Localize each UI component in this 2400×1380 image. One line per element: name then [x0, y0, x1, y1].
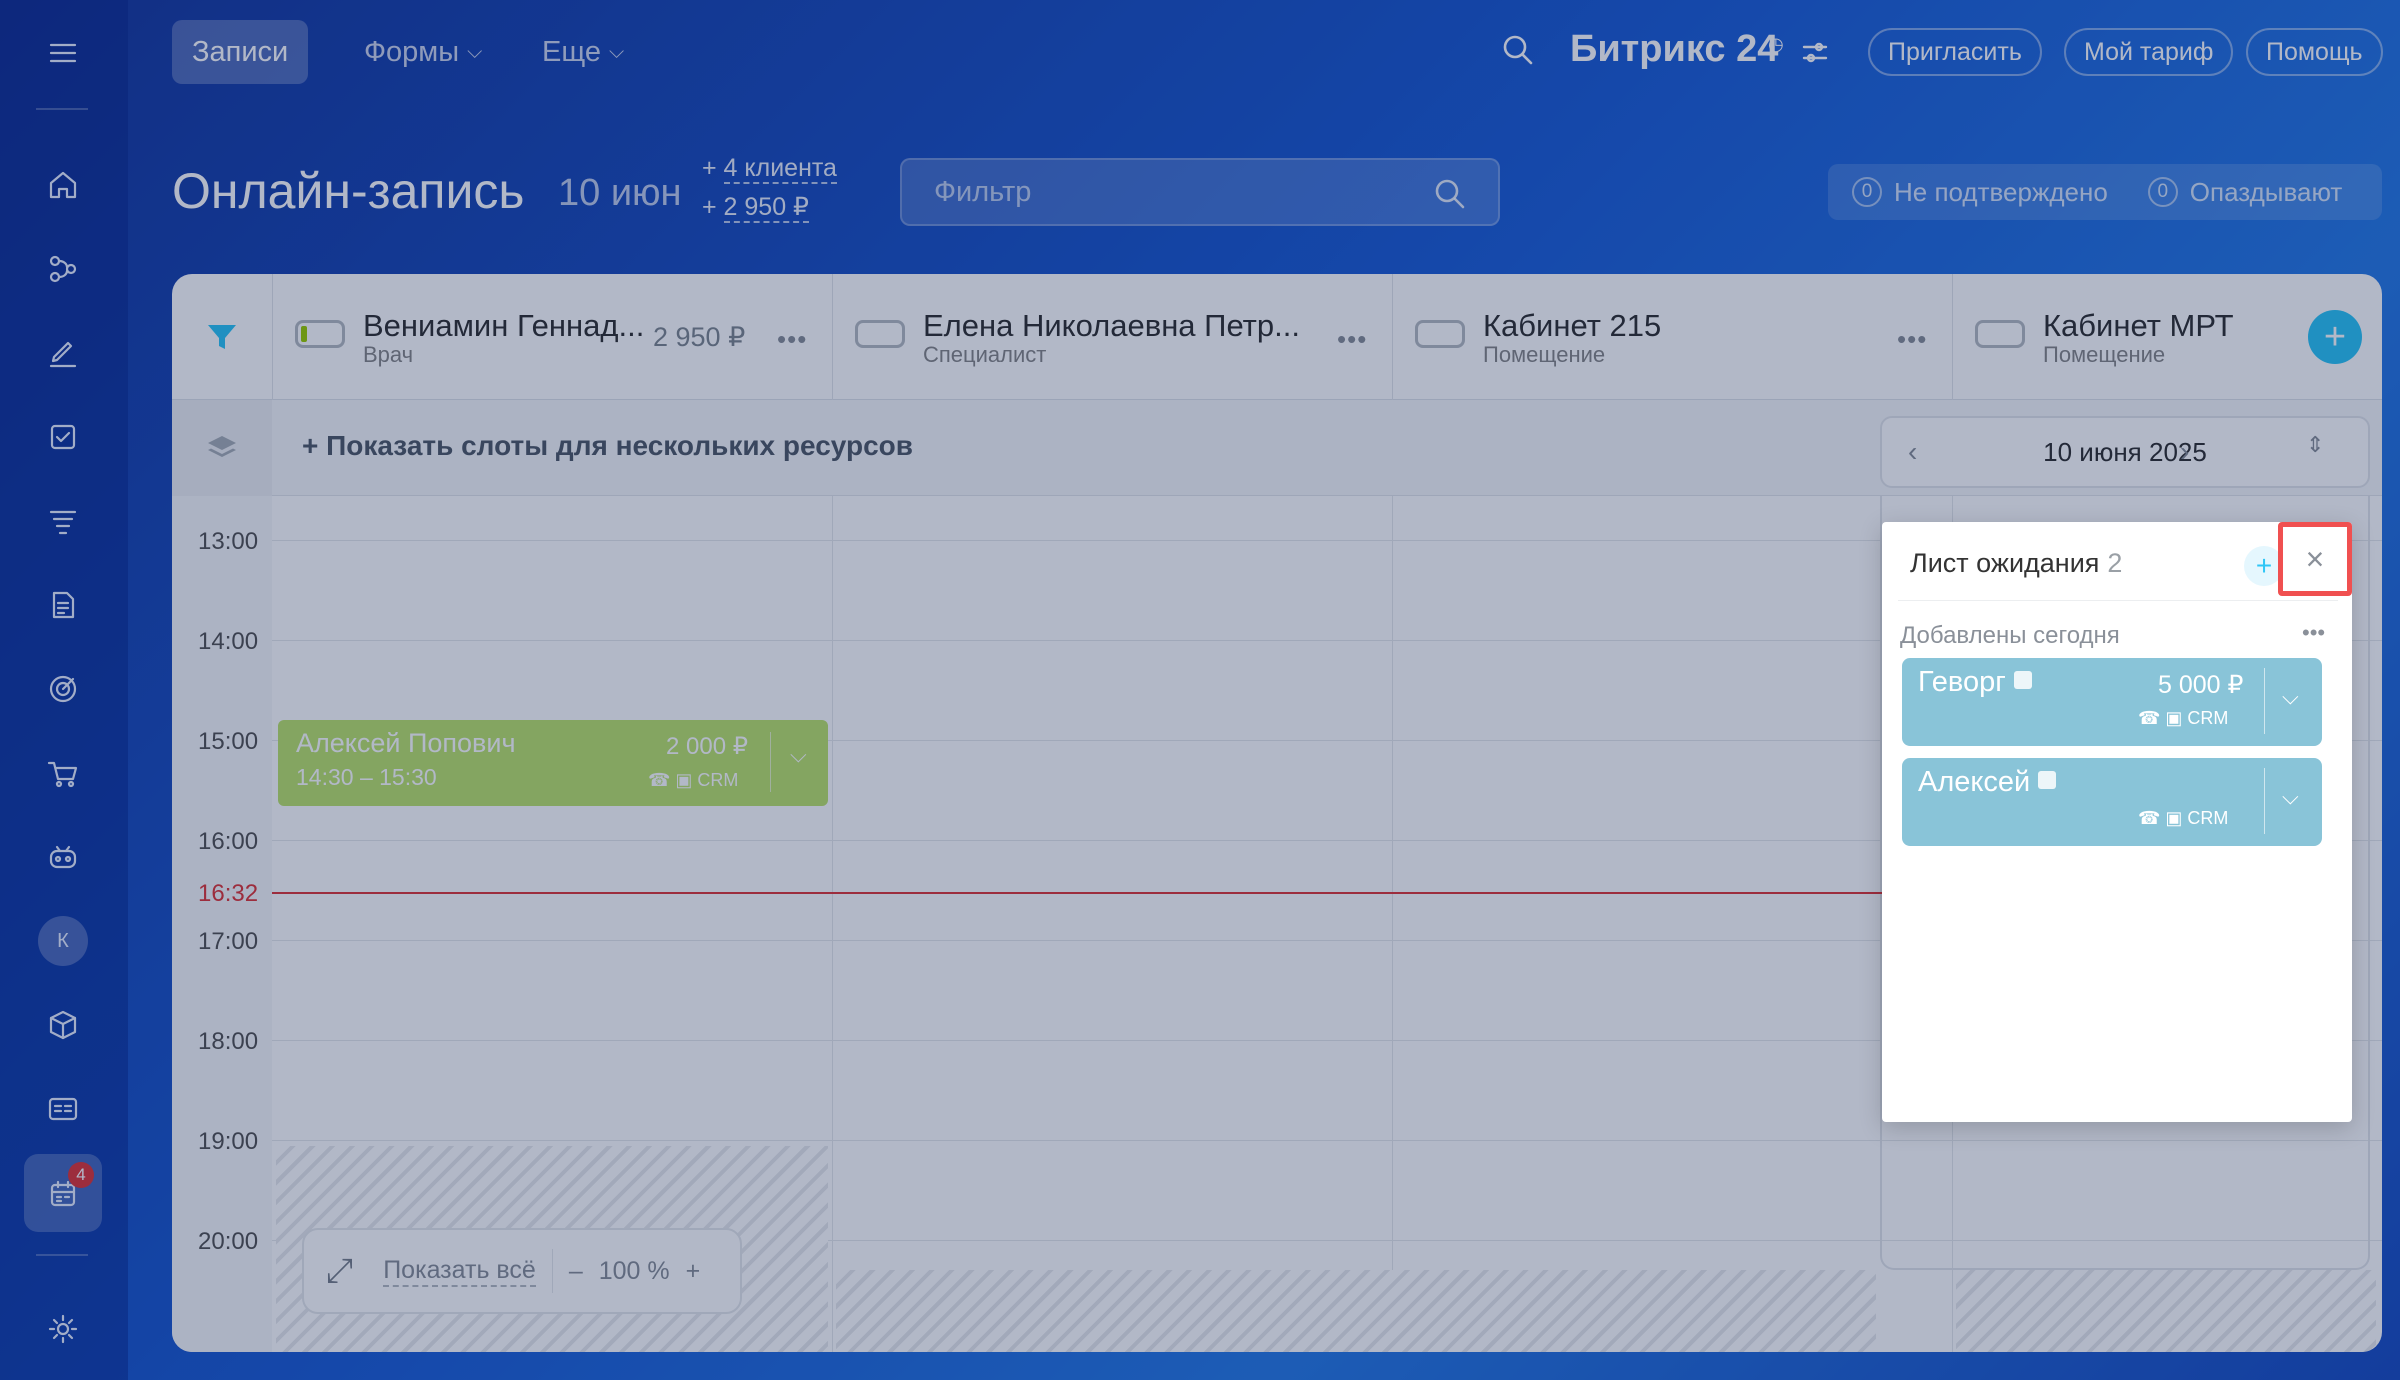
waitlist-price: 5 000 ₽	[2158, 671, 2244, 699]
close-icon[interactable]: ×	[2278, 522, 2352, 596]
waitlist-icons: ☎ ▣ CRM	[2138, 808, 2229, 828]
waitlist-icons: ☎ ▣ CRM	[2138, 708, 2229, 728]
section-title: Добавлены сегодня	[1900, 622, 2120, 649]
waitlist-item[interactable]: Алексей ☎ ▣ CRM ⌵	[1902, 758, 2322, 846]
waitlist-count: 2	[2107, 548, 2123, 578]
note-icon	[2013, 671, 2032, 689]
divider	[1898, 600, 2338, 601]
waitlist-client: Геворг	[1918, 666, 2032, 699]
waitlist-item[interactable]: Геворг 5 000 ₽ ☎ ▣ CRM ⌵	[1902, 658, 2322, 746]
divider	[2264, 768, 2265, 834]
waitlist-client: Алексей	[1918, 766, 2057, 799]
chevron-down-icon[interactable]: ⌵	[2282, 784, 2299, 810]
note-icon	[2038, 771, 2057, 789]
more-icon[interactable]: •••	[2302, 620, 2325, 646]
waitlist-title: Лист ожидания 2	[1910, 548, 2123, 578]
chevron-down-icon[interactable]: ⌵	[2282, 684, 2299, 710]
waitlist-popup: Лист ожидания 2 + × Добавлены сегодня •••…	[1882, 522, 2352, 1122]
divider	[2264, 668, 2265, 734]
